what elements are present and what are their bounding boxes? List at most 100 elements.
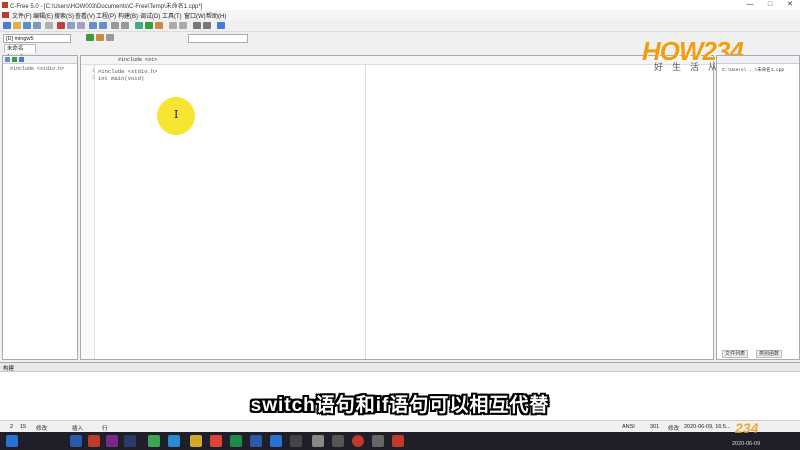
taskbar-chrome-icon[interactable] (210, 435, 222, 447)
title-bar: C-Free 5.0 - [C:\Users\HOW003\Documents\… (0, 0, 800, 10)
print-icon[interactable] (45, 22, 53, 29)
undo-icon[interactable] (89, 22, 97, 29)
find-icon[interactable] (111, 22, 119, 29)
bookmark-icon[interactable] (193, 22, 201, 29)
status-size: 301 (650, 424, 660, 430)
copy-icon[interactable] (67, 22, 75, 29)
status-col: 15 (20, 424, 27, 430)
taskbar-app-icon[interactable] (88, 435, 100, 447)
taskbar-app2-icon[interactable] (168, 435, 180, 447)
stop-icon[interactable] (106, 34, 114, 41)
main-toolbar (0, 20, 800, 32)
build-panel-header: 构建 (0, 363, 800, 372)
class-browser-panel: #include <stdio.h> (2, 55, 78, 360)
taskbar-browser-icon[interactable] (270, 435, 282, 447)
code-line: int main(void) (98, 75, 145, 82)
run-icon[interactable] (145, 22, 153, 29)
new-file-icon[interactable] (3, 22, 11, 29)
maximize-button[interactable]: □ (760, 0, 780, 10)
scope-select[interactable]: #include <st> (118, 57, 157, 63)
panel-view-icon[interactable] (5, 57, 10, 62)
taskbar-cfree-icon[interactable] (392, 435, 404, 447)
redo-icon[interactable] (99, 22, 107, 29)
taskbar-premiere-icon[interactable] (106, 435, 118, 447)
taskbar-app3-icon[interactable] (290, 435, 302, 447)
help-icon[interactable] (217, 22, 225, 29)
function-select[interactable] (188, 34, 248, 43)
status-datetime: 2020-06-09, 16:5... (684, 424, 731, 430)
menu-bar: 文件(F) 编辑(E) 搜索(S) 查看(V) 工程(P) 构建(B) 调试(D… (0, 10, 800, 20)
file-path-item[interactable]: C:\Users\...\未命名1.cpp (722, 67, 784, 73)
menu-help[interactable]: 帮助(H) (206, 11, 226, 20)
menu-debug[interactable]: 调试(D) (140, 11, 160, 20)
taskbar-photoshop-icon[interactable] (70, 435, 82, 447)
line-number: 2 (92, 75, 96, 81)
save-icon[interactable] (23, 22, 31, 29)
split-divider (365, 65, 366, 359)
close-button[interactable]: ✕ (780, 0, 800, 10)
status-encoding: ANSI (622, 424, 635, 430)
menu-build[interactable]: 构建(B) (118, 11, 138, 20)
taskbar-word-icon[interactable] (250, 435, 262, 447)
os-taskbar: 2020-06-09 (0, 432, 800, 450)
text-cursor-icon: I (174, 108, 179, 121)
right-panel-header (717, 56, 799, 64)
panel-filter-icon[interactable] (19, 57, 24, 62)
code-line: #include <stdio.h> (98, 68, 158, 75)
taskbar-wechat-icon[interactable] (148, 435, 160, 447)
watermark-logo: 234 (735, 420, 759, 436)
indent-icon[interactable] (169, 22, 177, 29)
compiler-select[interactable]: [D] mingw5 (3, 34, 71, 43)
step-icon[interactable] (96, 34, 104, 41)
logo-tagline-char: 好 (654, 62, 664, 72)
start-icon[interactable] (6, 435, 18, 447)
taskbar-app6-icon[interactable] (372, 435, 384, 447)
taskbar-record-icon[interactable] (352, 435, 364, 447)
panel-sort-icon[interactable] (12, 57, 17, 62)
menu-view[interactable]: 查看(V) (75, 11, 95, 20)
replace-icon[interactable] (121, 22, 129, 29)
taskbar-aftereffects-icon[interactable] (124, 435, 136, 447)
build-icon[interactable] (155, 22, 163, 29)
menu-tools[interactable]: 工具(T) (162, 11, 182, 20)
cut-icon[interactable] (57, 22, 65, 29)
outdent-icon[interactable] (179, 22, 187, 29)
menu-file[interactable]: 文件(F) (12, 11, 32, 20)
editor-header: #include <st> (81, 56, 713, 65)
file-list-panel: C:\Users\...\未命名1.cpp (716, 55, 800, 360)
app-icon (2, 2, 8, 8)
open-file-icon[interactable] (13, 22, 21, 29)
file-tab[interactable]: 未命名1.cpp* (4, 44, 36, 60)
status-mod-label: 修改 (668, 426, 680, 432)
tab-file-list[interactable]: 文件列表 (722, 350, 749, 358)
logo-tagline-char: 活 (690, 62, 700, 72)
goto-icon[interactable] (203, 22, 211, 29)
compile-icon[interactable] (135, 22, 143, 29)
taskbar-excel-icon[interactable] (230, 435, 242, 447)
window-title: C-Free 5.0 - [C:\Users\HOW003\Documents\… (10, 4, 203, 10)
tree-item-include[interactable]: #include <stdio.h> (10, 66, 64, 72)
video-subtitle: switch语句和if语句可以相互代替 (250, 395, 550, 416)
menu-project[interactable]: 工程(P) (96, 11, 116, 20)
taskbar-app4-icon[interactable] (312, 435, 324, 447)
status-bar: 2 15 修改 插入 行 ANSI 301 修改 2020-06-09, 16:… (0, 420, 800, 432)
line-gutter (81, 65, 95, 359)
play-icon[interactable] (86, 34, 94, 41)
status-row-label: 行 (102, 426, 108, 432)
taskbar-app5-icon[interactable] (332, 435, 344, 447)
menu-window[interactable]: 窗口(W) (184, 11, 206, 20)
panel-toolbar (3, 56, 77, 64)
save-all-icon[interactable] (33, 22, 41, 29)
taskbar-folder-icon[interactable] (190, 435, 202, 447)
menu-app-icon (2, 12, 9, 18)
menu-search[interactable]: 搜索(S) (54, 11, 74, 20)
taskbar-date: 2020-06-09 (732, 441, 761, 447)
paste-icon[interactable] (77, 22, 85, 29)
menu-edit[interactable]: 编辑(E) (33, 11, 53, 20)
tab-class-functions[interactable]: 类别函数 (756, 350, 783, 358)
minimize-button[interactable]: — (740, 0, 760, 10)
status-insert: 插入 (72, 426, 84, 432)
status-line: 2 (10, 424, 14, 430)
build-panel-title: 构建 (3, 366, 15, 372)
line-number: 1 (92, 68, 96, 74)
